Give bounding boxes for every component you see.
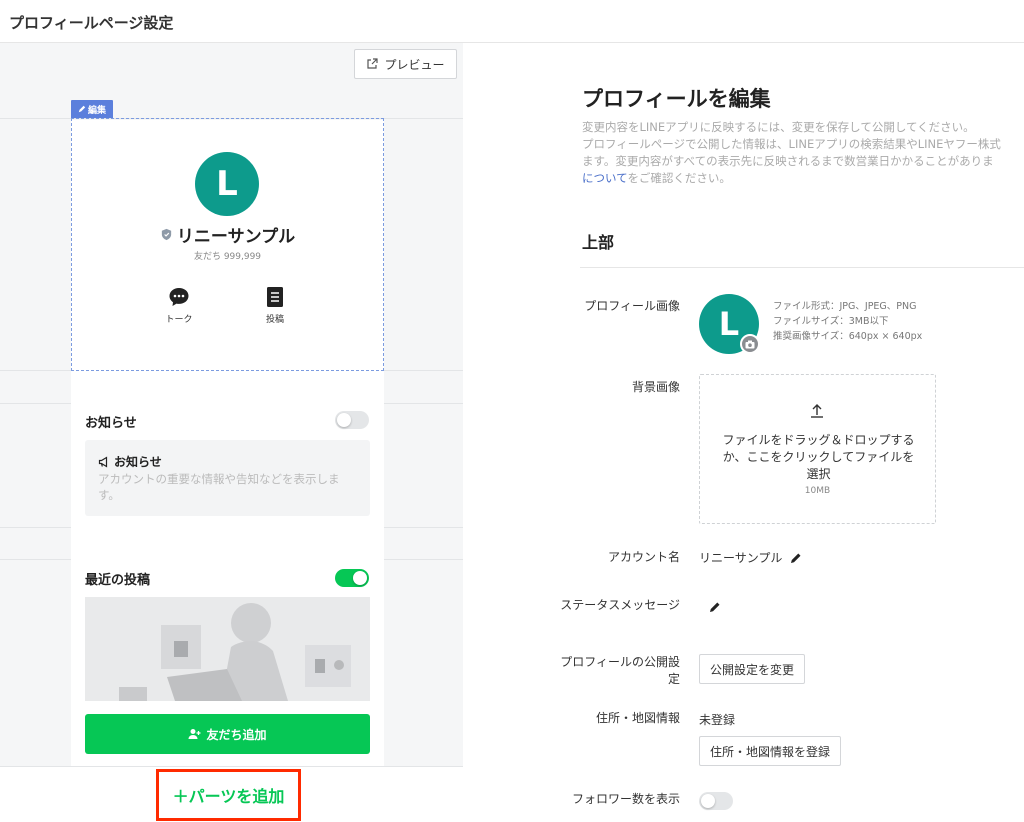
help-link[interactable]: について [582, 171, 627, 185]
notice-section-title: お知らせ [85, 416, 137, 431]
edit-pane: プロフィールを編集 変更内容をLINEアプリに反映するには、変更を保存して公開し… [463, 43, 1024, 822]
post-label: 投稿 [265, 315, 284, 325]
account-name-label: アカウント名 [607, 550, 680, 564]
account-name-text: リニーサンプル [176, 227, 296, 247]
notice-card-title: お知らせ [98, 453, 162, 470]
dropzone-max-size: 10MB [804, 486, 831, 496]
file-requirements: ファイル形式：JPG、JPEG、PNG ファイルサイズ：3MB以下 推奨画像サイ… [773, 299, 922, 344]
recent-posts-toggle[interactable] [335, 569, 369, 587]
verified-shield-icon [161, 228, 172, 241]
preview-pane: プレビュー 編集 L リニーサンプル 友だち 999,999 トーク 投稿 お知… [0, 43, 463, 822]
notice-toggle[interactable] [335, 411, 369, 429]
talk-action: トーク [154, 286, 204, 325]
post-action: 投稿 [250, 286, 300, 325]
followers-toggle[interactable] [699, 792, 733, 810]
account-name-value: リニーサンプル [699, 549, 802, 566]
edit-tag[interactable]: 編集 [71, 100, 113, 118]
external-link-icon [367, 58, 379, 69]
description-line: ます。変更内容がすべての表示先に反映されるまで数営業日かかることがありま [582, 154, 994, 168]
pencil-icon[interactable] [790, 552, 802, 564]
edit-tag-label: 編集 [87, 105, 106, 116]
section-title: 上部 [582, 233, 615, 252]
description-line: についてをご確認ください。 [582, 170, 1024, 187]
followers-label: フォロワー数を表示 [571, 792, 680, 806]
pencil-icon [78, 105, 86, 113]
profile-avatar: L [195, 152, 259, 216]
add-friend-button[interactable]: 友だち追加 [85, 714, 370, 754]
change-visibility-button[interactable]: 公開設定を変更 [699, 654, 806, 684]
dropzone-text: ファイルをドラッグ＆ドロップするか、ここをクリックしてファイルを選択 [722, 433, 915, 481]
talk-label: トーク [165, 315, 193, 325]
post-illustration [85, 597, 370, 701]
toggle-knob [337, 413, 351, 427]
pencil-icon[interactable] [709, 601, 721, 613]
description-tail: をご確認ください。 [627, 171, 731, 185]
add-user-icon [188, 729, 201, 739]
recent-posts-title: 最近の投稿 [85, 573, 151, 588]
background-image-label: 背景画像 [631, 380, 680, 394]
post-document-icon [267, 287, 283, 307]
camera-icon[interactable] [740, 334, 760, 354]
preview-button[interactable]: プレビュー [354, 49, 457, 79]
megaphone-icon [98, 455, 108, 468]
status-message-label: ステータスメッセージ [560, 598, 680, 612]
notice-card-title-text: お知らせ [114, 455, 162, 469]
page-title: プロフィールページ設定 [9, 14, 174, 32]
account-name-preview: リニーサンプル [71, 222, 384, 247]
upload-icon [811, 404, 823, 418]
toggle-knob [353, 571, 367, 585]
toggle-knob [701, 794, 715, 808]
description-line: 変更内容をLINEアプリに反映するには、変更を保存して公開してください。 [582, 120, 975, 134]
page-header: プロフィールページ設定 [0, 0, 1024, 43]
background-image-dropzone[interactable]: ファイルをドラッグ＆ドロップするか、ここをクリックしてファイルを選択 10MB [699, 374, 936, 524]
add-friend-label: 友だち追加 [206, 727, 267, 742]
divider [580, 267, 1024, 268]
file-format: ファイル形式：JPG、JPEG、PNG [773, 301, 917, 312]
description-line: プロフィールページで公開した情報は、LINEアプリの検索結果やLINEヤフー株式 [582, 137, 1001, 151]
profile-image-label: プロフィール画像 [584, 299, 680, 313]
notice-card-description: アカウントの重要な情報や告知などを表示します。 [98, 472, 340, 502]
account-name-text: リニーサンプル [699, 551, 783, 565]
add-parts-button[interactable]: ＋パーツを追加 [156, 769, 301, 821]
edit-pane-description: 変更内容をLINEアプリに反映するには、変更を保存して公開してください。 プロフ… [582, 119, 1024, 187]
edit-pane-title: プロフィールを編集 [582, 87, 771, 111]
preview-button-label: プレビュー [384, 57, 445, 72]
register-address-button[interactable]: 住所・地図情報を登録 [699, 736, 842, 766]
address-label: 住所・地図情報 [595, 711, 680, 725]
file-size: ファイルサイズ：3MB以下 [773, 316, 889, 327]
visibility-label: プロフィールの公開設定 [560, 655, 680, 686]
post-illustration-art [85, 597, 370, 701]
notice-card: お知らせ アカウントの重要な情報や告知などを表示します。 [85, 440, 370, 516]
chat-bubble-icon [169, 288, 189, 306]
recommended-size: 推奨画像サイズ：640px × 640px [773, 331, 923, 342]
address-value: 未登録 [699, 713, 736, 727]
friends-count: 友だち 999,999 [193, 252, 262, 262]
